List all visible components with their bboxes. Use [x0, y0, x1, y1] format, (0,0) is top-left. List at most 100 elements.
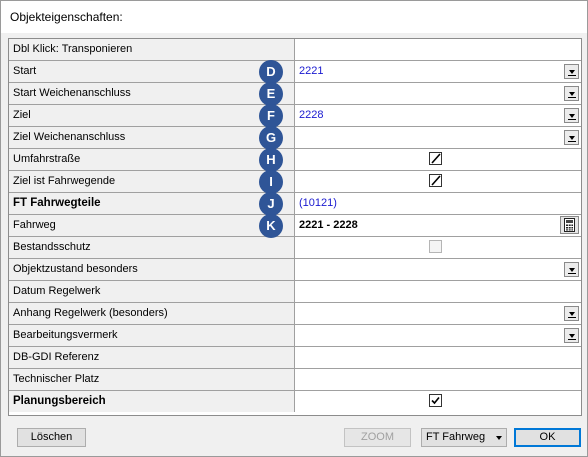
- property-label-cell: Bearbeitungsvermerk: [9, 325, 295, 346]
- property-row[interactable]: Technischer Platz: [9, 369, 581, 391]
- title-bar: Objekteigenschaften:: [1, 1, 587, 33]
- property-row[interactable]: Fahrweg K 2221 - 2228: [9, 214, 581, 238]
- property-grid: Dbl Klick: Transponieren Start D 2221 Start …: [8, 38, 582, 416]
- property-row[interactable]: Ziel F 2228: [9, 104, 581, 128]
- step-badge: J: [259, 192, 283, 216]
- chevron-down-icon: [569, 92, 575, 96]
- property-label: FT Fahrwegteile: [13, 197, 101, 209]
- step-badge: F: [259, 104, 283, 128]
- property-label: Start: [13, 65, 37, 77]
- property-value-cell[interactable]: [296, 127, 581, 148]
- property-value-cell[interactable]: [296, 391, 581, 412]
- property-row[interactable]: Objektzustand besonders: [9, 259, 581, 281]
- indeterminate-checkbox[interactable]: [429, 152, 442, 165]
- zoom-button[interactable]: ZOOM: [344, 428, 411, 447]
- property-label-cell: Start D: [9, 60, 295, 84]
- property-value[interactable]: 2228: [299, 109, 323, 121]
- dropdown-button[interactable]: [564, 306, 579, 321]
- property-value-cell[interactable]: [296, 237, 581, 258]
- dropdown-button[interactable]: [564, 328, 579, 343]
- ok-button[interactable]: OK: [514, 428, 581, 447]
- underline-mark: [568, 273, 576, 274]
- property-value-cell[interactable]: (10121): [296, 193, 581, 214]
- dropdown-button[interactable]: [564, 64, 579, 79]
- property-row[interactable]: Anhang Regelwerk (besonders): [9, 303, 581, 325]
- calculator-icon: [564, 218, 575, 232]
- view-select-value: FT Fahrweg: [426, 431, 486, 443]
- property-value-cell[interactable]: [296, 259, 581, 280]
- property-label: Objektzustand besonders: [13, 263, 138, 275]
- property-value-cell[interactable]: 2221 - 2228: [296, 215, 581, 236]
- view-select[interactable]: FT Fahrweg: [421, 428, 507, 447]
- step-badge: D: [259, 60, 283, 84]
- dropdown-button[interactable]: [564, 130, 579, 145]
- underline-mark: [568, 119, 576, 120]
- property-value-cell[interactable]: [296, 83, 581, 104]
- property-label-cell: Dbl Klick: Transponieren: [9, 39, 295, 60]
- chevron-down-icon: [569, 268, 575, 272]
- property-label-cell: FT Fahrwegteile J: [9, 192, 295, 216]
- slash-mark-icon: [431, 153, 441, 164]
- property-label: Datum Regelwerk: [13, 285, 101, 297]
- property-row[interactable]: Ziel ist Fahrwegende I: [9, 170, 581, 194]
- property-label: Bestandsschutz: [13, 241, 91, 253]
- chevron-down-icon: [569, 334, 575, 338]
- dropdown-button[interactable]: [564, 108, 579, 123]
- step-badge: G: [259, 126, 283, 150]
- property-value-cell[interactable]: [296, 303, 581, 324]
- indeterminate-checkbox[interactable]: [429, 174, 442, 187]
- property-value-cell[interactable]: 2228: [296, 105, 581, 126]
- calculator-button[interactable]: [560, 216, 579, 234]
- property-row[interactable]: Bestandsschutz: [9, 237, 581, 259]
- property-label-cell: Umfahrstraße H: [9, 148, 295, 172]
- property-value-cell[interactable]: [296, 39, 581, 60]
- property-row[interactable]: Ziel Weichenanschluss G: [9, 126, 581, 150]
- dropdown-button[interactable]: [564, 262, 579, 277]
- property-row[interactable]: Bearbeitungsvermerk: [9, 325, 581, 347]
- chevron-down-icon: [496, 436, 502, 440]
- delete-button[interactable]: Löschen: [17, 428, 86, 447]
- checkmark-icon: [431, 396, 440, 405]
- property-label-cell: Anhang Regelwerk (besonders): [9, 303, 295, 324]
- property-value-cell[interactable]: [296, 369, 581, 390]
- property-row[interactable]: Datum Regelwerk: [9, 281, 581, 303]
- property-label-cell: Fahrweg K: [9, 214, 295, 238]
- property-label: Ziel: [13, 109, 31, 121]
- chevron-down-icon: [569, 312, 575, 316]
- window-title: Objekteigenschaften:: [10, 10, 123, 24]
- property-label-cell: Planungsbereich: [9, 391, 295, 412]
- property-value-cell[interactable]: 2221: [296, 61, 581, 82]
- property-value-cell[interactable]: [296, 325, 581, 346]
- property-row[interactable]: Start D 2221: [9, 60, 581, 84]
- properties-dialog: Objekteigenschaften: Dbl Klick: Transpon…: [0, 0, 588, 457]
- property-label: Fahrweg: [13, 219, 56, 231]
- property-label: Ziel ist Fahrwegende: [13, 175, 116, 187]
- underline-mark: [568, 141, 576, 142]
- property-value-cell[interactable]: [296, 149, 581, 170]
- property-label-cell: Objektzustand besonders: [9, 259, 295, 280]
- property-row[interactable]: Umfahrstraße H: [9, 148, 581, 172]
- checked-checkbox[interactable]: [429, 394, 442, 407]
- property-row[interactable]: FT Fahrwegteile J (10121): [9, 192, 581, 216]
- property-value: 2221 - 2228: [299, 219, 358, 231]
- step-badge: E: [259, 82, 283, 106]
- property-row[interactable]: DB-GDI Referenz: [9, 347, 581, 369]
- property-label: DB-GDI Referenz: [13, 351, 100, 363]
- property-row[interactable]: Start Weichenanschluss E: [9, 82, 581, 106]
- slash-mark-icon: [431, 175, 441, 186]
- dropdown-button[interactable]: [564, 86, 579, 101]
- property-value-cell[interactable]: [296, 171, 581, 192]
- property-label-cell: Ziel Weichenanschluss G: [9, 126, 295, 150]
- property-value-cell[interactable]: [296, 347, 581, 368]
- underline-mark: [568, 317, 576, 318]
- property-value-cell[interactable]: [296, 281, 581, 302]
- property-label: Start Weichenanschluss: [13, 87, 131, 99]
- property-value[interactable]: (10121): [299, 197, 337, 209]
- property-label: Technischer Platz: [13, 373, 100, 385]
- property-label-cell: Ziel ist Fahrwegende I: [9, 170, 295, 194]
- property-label: Dbl Klick: Transponieren: [13, 43, 133, 55]
- property-label-cell: Datum Regelwerk: [9, 281, 295, 302]
- property-value[interactable]: 2221: [299, 65, 323, 77]
- property-row[interactable]: Dbl Klick: Transponieren: [9, 39, 581, 61]
- property-row[interactable]: Planungsbereich: [9, 391, 581, 413]
